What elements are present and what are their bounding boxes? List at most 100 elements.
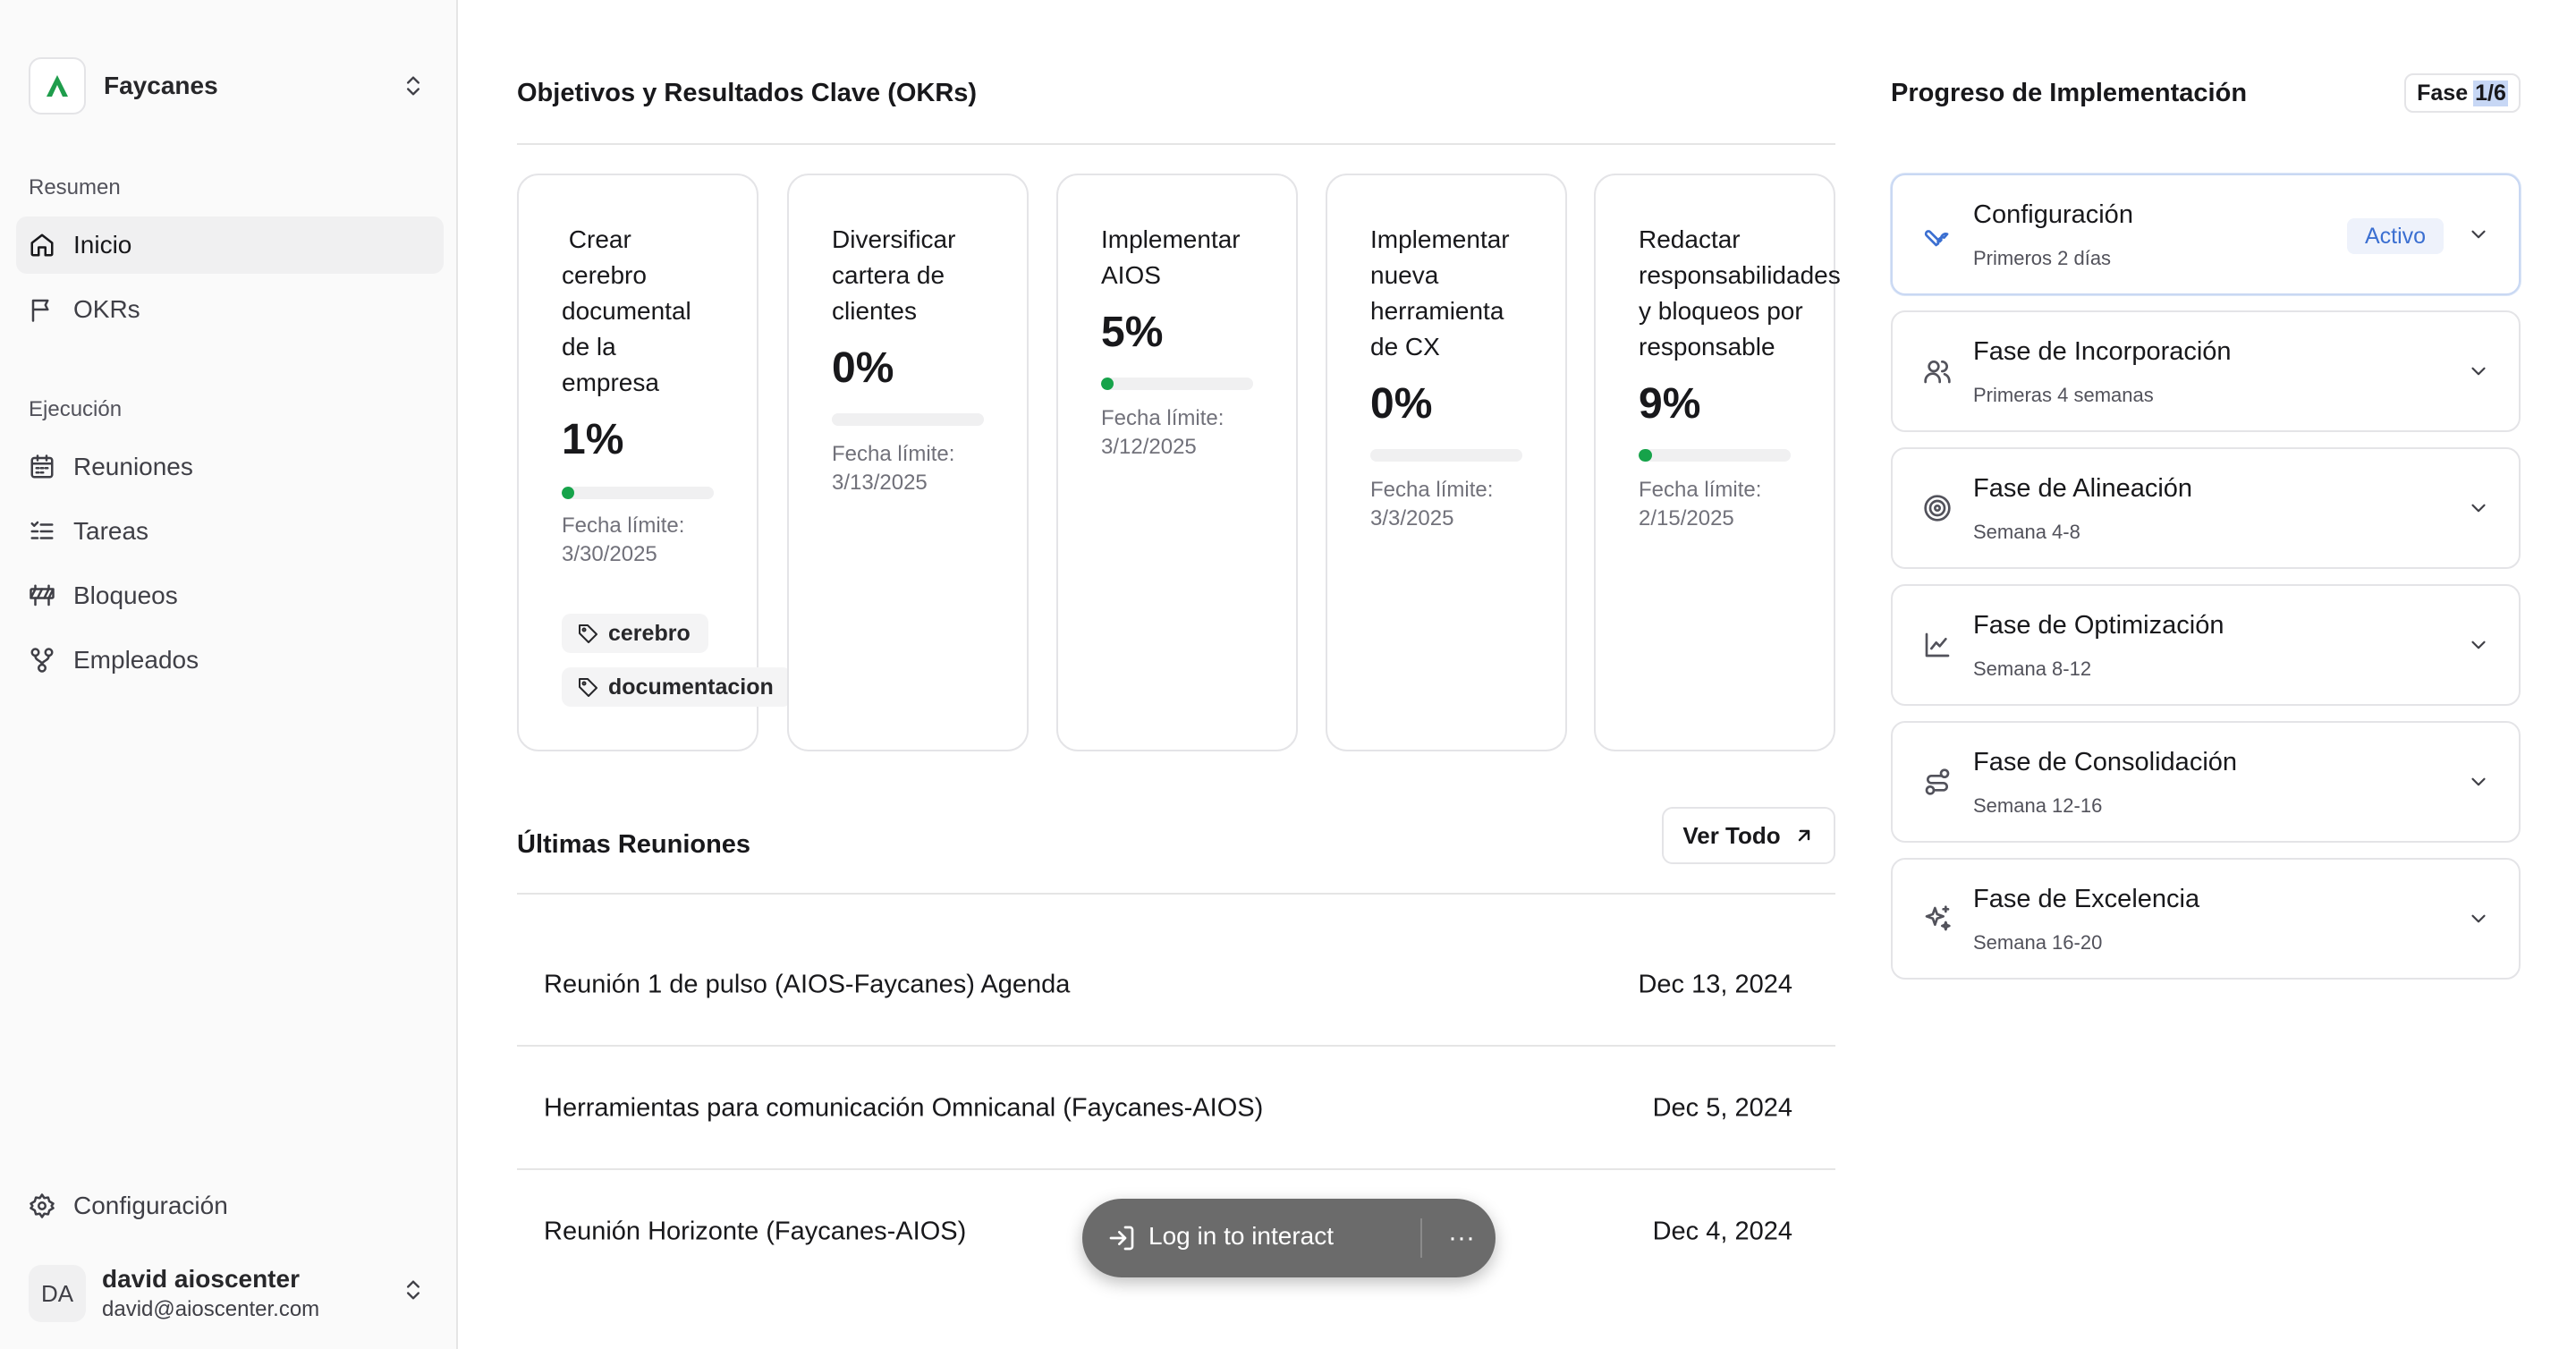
sparkles-icon <box>1925 905 1951 931</box>
meeting-date: Dec 4, 2024 <box>1652 1217 1792 1246</box>
tag-icon <box>579 624 597 643</box>
target-icon <box>1924 495 1951 522</box>
section-label-resumen: Resumen <box>29 175 121 199</box>
chevron-down-icon[interactable] <box>2467 907 2490 930</box>
user-menu[interactable]: DA david aioscenter david@aioscenter.com <box>29 1261 440 1326</box>
okr-title: Implementar AIOS <box>1101 225 1241 289</box>
phase-title: Fase de Alineación <box>1973 474 2193 503</box>
nav-item-okrs[interactable]: OKRs <box>16 281 444 338</box>
phase-title: Fase de Incorporación <box>1973 337 2232 366</box>
okr-progress-bar <box>1639 449 1791 462</box>
okr-progress-bar <box>1370 449 1522 462</box>
chevron-down-icon[interactable] <box>2467 223 2490 246</box>
avatar: DA <box>29 1265 86 1322</box>
login-icon <box>1109 1226 1134 1251</box>
more-options-button[interactable]: ··· <box>1444 1215 1479 1261</box>
nav-item-tareas[interactable]: Tareas <box>16 503 444 560</box>
phase-card-alineacion[interactable]: Fase de Alineación Semana 4-8 <box>1891 447 2521 569</box>
phase-subtitle: Primeras 4 semanas <box>1973 384 2154 406</box>
phase-subtitle: Semana 8-12 <box>1973 658 2092 680</box>
okr-progress-bar <box>562 487 714 499</box>
phase-counter-badge: Fase 1/6 <box>2404 73 2521 113</box>
meetings-section-title: Últimas Reuniones <box>517 830 751 859</box>
okr-title: Redactar responsabilidades y bloqueos po… <box>1639 225 1841 361</box>
phase-card-optimizacion[interactable]: Fase de Optimización Semana 8-12 <box>1891 584 2521 706</box>
meeting-row[interactable]: Herramientas para comunicación Omnicanal… <box>517 1047 1835 1170</box>
okr-tag-label: cerebro <box>608 620 691 646</box>
okr-card[interactable]: Crear cerebro documental de la empresa 1… <box>517 174 792 751</box>
okr-progress-fill <box>1101 378 1114 390</box>
chevron-up-down-icon[interactable] <box>401 73 426 98</box>
okr-progress-bar <box>1101 378 1253 390</box>
phase-title: Fase de Consolidación <box>1973 748 2238 776</box>
okr-tag-label: documentacion <box>608 674 774 700</box>
phase-card-incorporacion[interactable]: Fase de Incorporación Primeras 4 semanas <box>1891 310 2521 432</box>
progress-section-title: Progreso de Implementación <box>1891 79 2248 107</box>
phase-counter-prefix: Fase <box>2417 80 2469 106</box>
okr-card[interactable]: Implementar nueva herramienta de CX 0% F… <box>1326 174 1567 751</box>
chevron-down-icon[interactable] <box>2467 496 2490 520</box>
org-switcher[interactable]: Faycanes <box>29 57 440 115</box>
okr-percent: 0% <box>1370 380 1433 428</box>
phase-subtitle: Semana 4-8 <box>1973 521 2080 543</box>
chevron-down-icon[interactable] <box>2467 360 2490 383</box>
phase-subtitle: Semana 12-16 <box>1973 794 2103 817</box>
logo-icon <box>47 75 68 97</box>
meeting-title: Herramientas para comunicación Omnicanal… <box>544 1093 1264 1123</box>
okr-deadline: Fecha límite: 3/3/2025 <box>1370 478 1494 530</box>
gear-icon <box>30 1193 55 1218</box>
section-label-ejecucion: Ejecución <box>29 397 123 421</box>
okr-deadline: Fecha límite: 3/12/2025 <box>1101 406 1224 459</box>
flag-icon <box>31 299 49 322</box>
okr-title: Diversificar cartera de clientes <box>832 225 956 325</box>
okr-percent: 1% <box>562 416 624 463</box>
okr-deadline: Fecha límite: 3/30/2025 <box>562 513 685 566</box>
nav-label: Tareas <box>73 517 149 545</box>
okr-title: Crear cerebro documental de la empresa <box>562 225 691 396</box>
okr-card[interactable]: Diversificar cartera de clientes 0% Fech… <box>787 174 1029 751</box>
user-email: david@aioscenter.com <box>102 1297 320 1321</box>
okr-tag[interactable]: documentacion <box>562 667 792 707</box>
nav-item-empleados[interactable]: Empleados <box>16 632 444 689</box>
okrs-section-title: Objetivos y Resultados Clave (OKRs) <box>517 79 978 107</box>
okr-percent: 9% <box>1639 380 1701 428</box>
nav-item-inicio[interactable]: Inicio <box>16 216 444 274</box>
chevron-down-icon[interactable] <box>2467 770 2490 793</box>
login-label[interactable]: Log in to interact <box>1148 1222 1334 1251</box>
login-overlay-pill[interactable]: Log in to interact ··· <box>1082 1199 1496 1277</box>
chevron-down-icon[interactable] <box>2467 633 2490 657</box>
phase-card-configuracion[interactable]: Configuración Primeros 2 días Activo <box>1891 174 2521 295</box>
okr-title: Implementar nueva herramienta de CX <box>1370 225 1510 361</box>
nav-label: Bloqueos <box>73 581 178 609</box>
phase-card-excelencia[interactable]: Fase de Excelencia Semana 16-20 <box>1891 858 2521 980</box>
org-logo <box>29 57 86 115</box>
meeting-row[interactable]: Reunión 1 de pulso (AIOS-Faycanes) Agend… <box>517 923 1835 1047</box>
nav-label: Reuniones <box>73 453 193 480</box>
nav-label: Empleados <box>73 646 199 674</box>
okr-progress-fill <box>562 487 574 499</box>
meeting-date: Dec 5, 2024 <box>1652 1093 1792 1123</box>
wrench-icon <box>1924 230 1949 247</box>
okr-deadline: Fecha límite: 2/15/2025 <box>1639 478 1762 530</box>
divider <box>517 893 1835 895</box>
view-all-button[interactable]: Ver Todo <box>1662 807 1835 864</box>
user-name: david aioscenter <box>102 1265 300 1293</box>
line-chart-icon <box>1925 632 1950 658</box>
nav-item-bloqueos[interactable]: Bloqueos <box>16 567 444 624</box>
nav-label: OKRs <box>73 295 140 323</box>
phase-title: Fase de Excelencia <box>1973 885 2200 913</box>
okr-tag[interactable]: cerebro <box>562 614 708 653</box>
arrow-up-right-icon <box>1798 829 1809 842</box>
chevron-up-down-icon[interactable] <box>401 1277 426 1302</box>
divider <box>517 143 1835 145</box>
phase-subtitle: Primeros 2 días <box>1973 247 2112 269</box>
okr-percent: 5% <box>1101 309 1164 356</box>
phase-title: Configuración <box>1973 200 2133 229</box>
nav-item-reuniones[interactable]: Reuniones <box>16 438 444 496</box>
meeting-date: Dec 13, 2024 <box>1638 970 1792 999</box>
nav-item-configuracion[interactable]: Configuración <box>16 1177 444 1234</box>
okr-card[interactable]: Redactar responsabilidades y bloqueos po… <box>1594 174 1841 751</box>
okr-card[interactable]: Implementar AIOS 5% Fecha límite: 3/12/2… <box>1056 174 1298 751</box>
okr-progress-fill <box>1639 449 1653 462</box>
phase-card-consolidacion[interactable]: Fase de Consolidación Semana 12-16 <box>1891 721 2521 843</box>
